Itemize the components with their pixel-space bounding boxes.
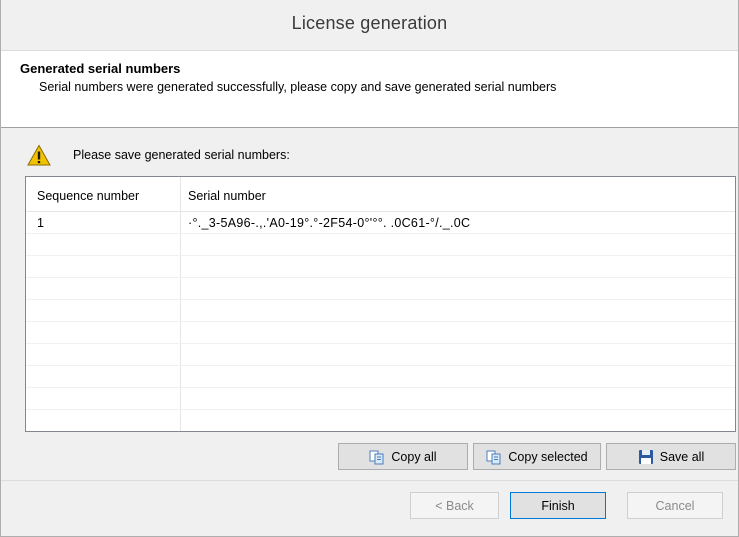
cell-sequence: 1 [37,216,44,230]
cancel-button[interactable]: Cancel [627,492,723,519]
finish-button[interactable]: Finish [510,492,606,519]
save-all-label: Save all [659,449,705,464]
empty-row [26,234,735,256]
save-notice-text: Please save generated serial numbers: [73,148,290,162]
title-bar[interactable]: License generation [1,0,738,51]
empty-row [26,322,735,344]
empty-row [26,278,735,300]
copy-selected-label: Copy selected [508,449,588,464]
empty-row [26,300,735,322]
license-generation-window: License generation Generated serial numb… [0,0,739,537]
copy-all-button[interactable]: Copy all [338,443,468,470]
warning-icon [27,144,51,166]
cell-serial: ·°._3-5A96-.,.'A0-19°.°-2F54-0°'°°. .0C6… [188,216,471,230]
header-subtitle: Serial numbers were generated successful… [39,80,557,94]
wizard-header: Generated serial numbers Serial numbers … [1,51,738,128]
serial-numbers-table[interactable]: Sequence number Serial number 1 ·°._3-5A… [25,176,736,432]
save-all-button[interactable]: Save all [606,443,736,470]
copy-icon [486,450,501,464]
column-header-serial[interactable]: Serial number [188,189,266,203]
save-icon [638,449,653,464]
empty-row [26,256,735,278]
header-title: Generated serial numbers [20,61,181,76]
table-row[interactable]: 1 ·°._3-5A96-.,.'A0-19°.°-2F54-0°'°°. .0… [26,212,735,234]
back-button[interactable]: < Back [410,492,499,519]
copy-icon [369,450,384,464]
empty-row [26,366,735,388]
cancel-label: Cancel [655,498,695,513]
copy-all-label: Copy all [391,449,437,464]
finish-label: Finish [541,498,575,513]
window-title: License generation [291,12,448,33]
footer-divider [1,480,738,481]
save-notice: Please save generated serial numbers: [27,144,290,166]
copy-selected-button[interactable]: Copy selected [473,443,601,470]
table-header: Sequence number Serial number [26,177,735,212]
column-header-sequence[interactable]: Sequence number [37,189,139,203]
empty-row [26,410,735,431]
empty-row [26,388,735,410]
empty-row [26,344,735,366]
back-label: < Back [435,498,474,513]
